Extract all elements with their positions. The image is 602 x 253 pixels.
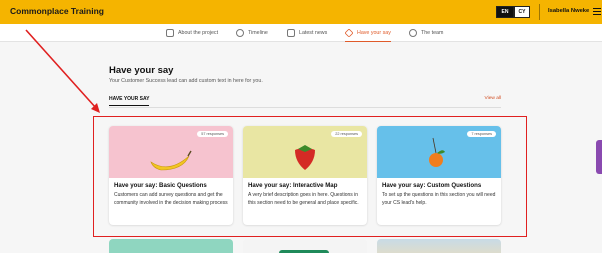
feedback-side-tab[interactable] xyxy=(596,140,602,174)
annotation-arrow-icon xyxy=(25,29,100,113)
